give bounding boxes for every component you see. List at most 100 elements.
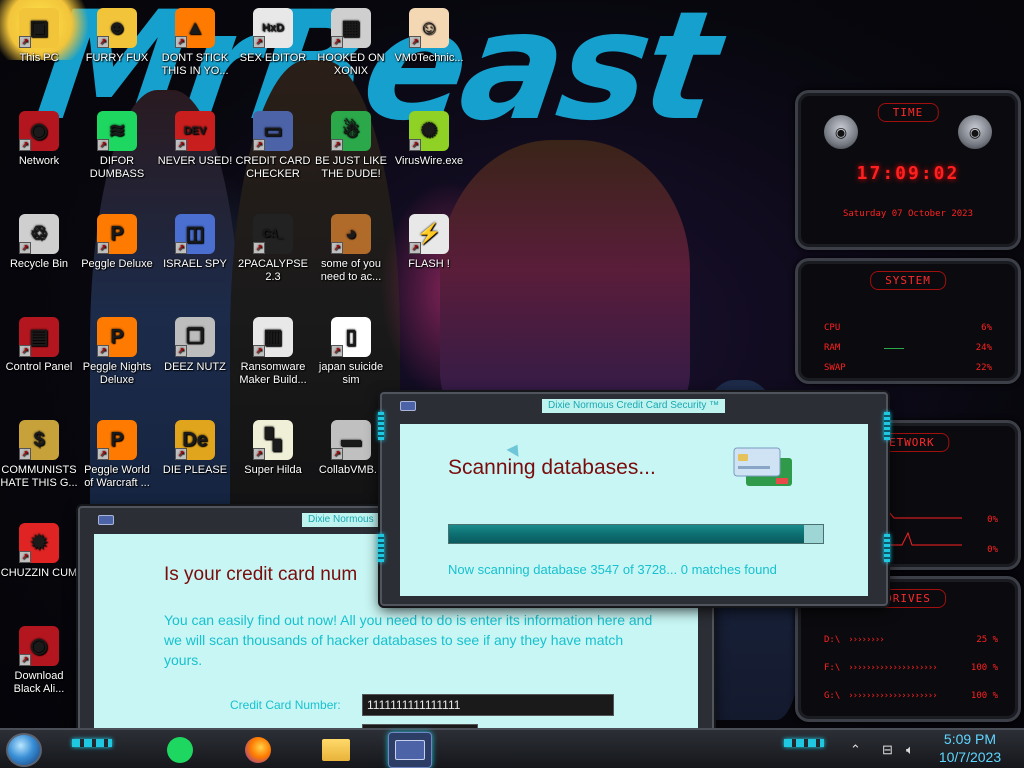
peggle-icon: P ↗	[97, 420, 137, 460]
desktop-icon[interactable]: ▤ ↗ Control Panel	[0, 317, 78, 374]
desktop-icon[interactable]: ▲ ↗ DONT STICK THIS IN YO...	[156, 8, 234, 78]
taskbar-decoration	[72, 739, 112, 747]
volume-icon[interactable]: 🔈︎	[906, 742, 914, 758]
shortcut-arrow-icon: ↗	[97, 242, 109, 254]
shortcut-arrow-icon: ↗	[175, 345, 187, 357]
desktop-icon[interactable]: ☺ ↗ VM0Technic...	[390, 8, 468, 65]
drive-label: D:\	[824, 635, 841, 645]
drive-bar: ››››››››››››››››››››	[848, 663, 937, 673]
monitor-icon: ▬ ↗	[331, 420, 371, 460]
window-content: Scanning databases... Now scanning datab…	[400, 424, 868, 596]
scan-heading: Scanning databases...	[448, 456, 656, 479]
desktop-icon-label: Peggle Nights Deluxe	[82, 361, 152, 386]
desktop-icon[interactable]: De ↗ DIE PLEASE	[156, 420, 234, 477]
desktop-icon[interactable]: C:\_ ↗ 2PACALYPSE 2.3	[234, 214, 312, 284]
scanning-window[interactable]: Dixie Normous Credit Card Security ™ Sca…	[378, 392, 890, 606]
system-title: SYSTEM	[870, 271, 946, 290]
spy-window-icon: ◫ ↗	[175, 214, 215, 254]
desktop-icon[interactable]: ❐ ↗ DEEZ NUTZ	[156, 317, 234, 374]
desktop-icon-label: DIE PLEASE	[162, 464, 228, 476]
desktop-icon[interactable]: ☃ ↗ BE JUST LIKE THE DUDE!	[312, 111, 390, 181]
desktop-icon[interactable]: ✹ ↗ CHUZZIN CUM	[0, 523, 78, 580]
desktop-icon-label: some of you need to ac...	[320, 258, 382, 283]
taskbar-credit-card-checker-button[interactable]	[388, 732, 432, 768]
desktop-icon[interactable]: DEV ↗ NEVER USED!	[156, 111, 234, 168]
desktop-icon[interactable]: ◕ ↗ some of you need to ac...	[312, 214, 390, 284]
recycle-bin-icon: ♲ ↗	[19, 214, 59, 254]
swap-row: SWAP 22%	[824, 363, 992, 373]
desktop-icon-label: CHUZZIN CUM	[0, 567, 78, 579]
desktop-icon-label: Recycle Bin	[9, 258, 69, 270]
desktop-icon[interactable]: $ ↗ COMMUNISTS HATE THIS G...	[0, 420, 78, 490]
shortcut-arrow-icon: ↗	[19, 654, 31, 666]
desktop-icon[interactable]: ▭ ↗ CREDIT CARD CHECKER	[234, 111, 312, 181]
taskbar-firefox-button[interactable]	[236, 732, 280, 768]
desktop-icon[interactable]: ▚ ↗ Super Hilda	[234, 420, 312, 477]
shortcut-arrow-icon: ↗	[253, 139, 265, 151]
firefox-icon	[245, 737, 271, 763]
spotify-icon: ≋ ↗	[97, 111, 137, 151]
swap-label: SWAP	[824, 363, 846, 373]
desktop-icon-label: FURRY FUX	[85, 52, 149, 64]
shortcut-arrow-icon: ↗	[409, 242, 421, 254]
desktop-icon[interactable]: ☻ ↗ FURRY FUX	[78, 8, 156, 65]
desktop-icon-label: VirusWire.exe	[394, 155, 464, 167]
shortcut-arrow-icon: ↗	[19, 345, 31, 357]
desktop-icon[interactable]: ≋ ↗ DIFOR DUMBASS	[78, 111, 156, 181]
time-title: TIME	[877, 103, 939, 122]
desktop-icon[interactable]: P ↗ Peggle World of Warcraft ...	[78, 420, 156, 490]
show-hidden-icons-icon[interactable]: ⌃	[850, 742, 861, 758]
doctor-icon: ☺ ↗	[409, 8, 449, 48]
alien-orb-icon: ◉ ↗	[19, 111, 59, 151]
credit-card-icon	[98, 515, 114, 525]
taskbar-spotify-button[interactable]	[158, 732, 202, 768]
desktop-icon-label: FLASH !	[408, 258, 450, 270]
network-download-value: 0%	[987, 545, 998, 555]
desktop-icon[interactable]: ◫ ↗ ISRAEL SPY	[156, 214, 234, 271]
santa-elf-icon: ☃ ↗	[331, 111, 371, 151]
network-icon[interactable]: ⊟	[882, 742, 893, 758]
shortcut-arrow-icon: ↗	[19, 242, 31, 254]
window-titlebar[interactable]: Dixie Normous Credit Card Security ™	[392, 398, 876, 414]
desktop-icon[interactable]: P ↗ Peggle Nights Deluxe	[78, 317, 156, 387]
desktop-icon-label: Control Panel	[5, 361, 73, 373]
taskbar-file-explorer-button[interactable]	[314, 732, 358, 768]
frame-light	[378, 534, 384, 562]
start-button[interactable]	[6, 733, 42, 767]
spotify-icon	[167, 737, 193, 763]
desktop-icon[interactable]: ✺ ↗ VirusWire.exe	[390, 111, 468, 168]
shortcut-arrow-icon: ↗	[253, 448, 265, 460]
cpu-label: CPU	[824, 323, 841, 333]
desktop-icon[interactable]: ⚡ ↗ FLASH !	[390, 214, 468, 271]
credit-card-number-input[interactable]	[362, 694, 614, 716]
drive-label: F:\	[824, 663, 841, 673]
ram-row: RAM 24%	[824, 343, 992, 353]
terminal-icon: C:\_ ↗	[253, 214, 293, 254]
drive-bar: ››››››››››››››››››››	[848, 691, 937, 701]
shortcut-arrow-icon: ↗	[253, 36, 265, 48]
control-panel-icon: ▤ ↗	[19, 317, 59, 357]
shortcut-arrow-icon: ↗	[175, 448, 187, 460]
shortcut-arrow-icon: ↗	[331, 36, 343, 48]
desktop-icon-label: Download Black Ali...	[13, 670, 65, 695]
desktop-icon[interactable]: ▣ ↗ This PC	[0, 8, 78, 65]
desktop-icon[interactable]: ◉ ↗ Network	[0, 111, 78, 168]
cpu-row: CPU 6%	[824, 323, 992, 333]
alien-head-icon: ◉	[958, 115, 992, 149]
desktop-icon[interactable]: ▥ ↗ Ransomware Maker Build...	[234, 317, 312, 387]
cpu-bar	[848, 323, 973, 333]
taskbar-clock[interactable]: 5:09 PM 10/7/2023	[930, 730, 1010, 766]
shortcut-arrow-icon: ↗	[19, 551, 31, 563]
desktop-icon-label: CollabVMB...	[318, 464, 384, 476]
desktop-icon[interactable]: ♲ ↗ Recycle Bin	[0, 214, 78, 271]
desktop-icon[interactable]: ▯ ↗ japan suicide sim	[312, 317, 390, 387]
desktop-icon[interactable]: ▦ ↗ HOOKED ON XONIX	[312, 8, 390, 78]
desktop-icon[interactable]: HxD ↗ SEX EDITOR	[234, 8, 312, 65]
desktop-icon[interactable]: ◉ ↗ Download Black Ali...	[0, 626, 78, 696]
widget-date: Saturday 07 October 2023	[842, 209, 974, 219]
desktop-icon[interactable]: P ↗ Peggle Deluxe	[78, 214, 156, 271]
desktop-icon-label: Ransomware Maker Build...	[239, 361, 307, 386]
time-panel: ◉ ◉ TIME 17:09:02 Saturday 07 October 20…	[795, 90, 1021, 250]
taskbar: ⌃ ⊟ 🔈︎ 5:09 PM 10/7/2023	[0, 728, 1024, 768]
chuzzle-icon: ✹ ↗	[19, 523, 59, 563]
